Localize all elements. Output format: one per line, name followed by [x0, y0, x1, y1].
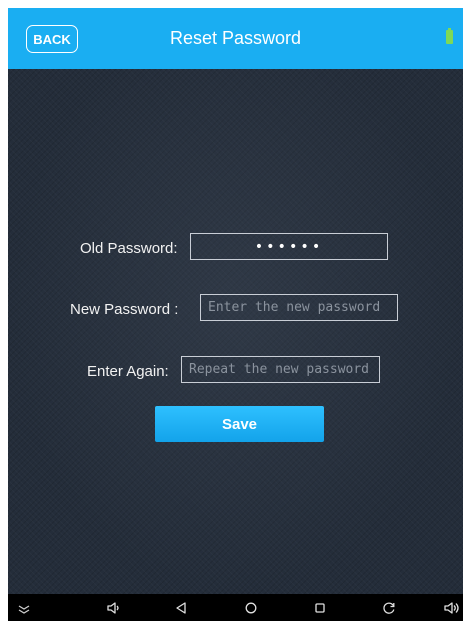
battery-icon	[446, 28, 453, 44]
save-button[interactable]: Save	[155, 406, 324, 442]
old-password-input[interactable]	[190, 233, 388, 260]
reset-password-form: Old Password: New Password : Enter Again…	[8, 69, 463, 594]
enter-again-label: Enter Again:	[87, 363, 169, 380]
swipe-up-icon[interactable]	[14, 598, 34, 618]
new-password-input[interactable]	[200, 294, 398, 321]
recents-icon[interactable]	[310, 598, 330, 618]
home-icon[interactable]	[241, 598, 261, 618]
device-screen: Reset Password BACK Old Password: New Pa…	[8, 8, 463, 621]
new-password-label: New Password :	[70, 301, 179, 318]
back-button[interactable]: BACK	[26, 25, 78, 53]
volume-up-icon[interactable]	[442, 598, 462, 618]
system-navigation-bar	[8, 594, 463, 621]
back-icon[interactable]	[171, 598, 191, 618]
app-header: Reset Password BACK	[8, 8, 463, 69]
old-password-label: Old Password:	[80, 240, 178, 257]
rotate-icon[interactable]	[379, 598, 399, 618]
repeat-password-input[interactable]	[181, 356, 380, 383]
volume-down-icon[interactable]	[104, 598, 124, 618]
